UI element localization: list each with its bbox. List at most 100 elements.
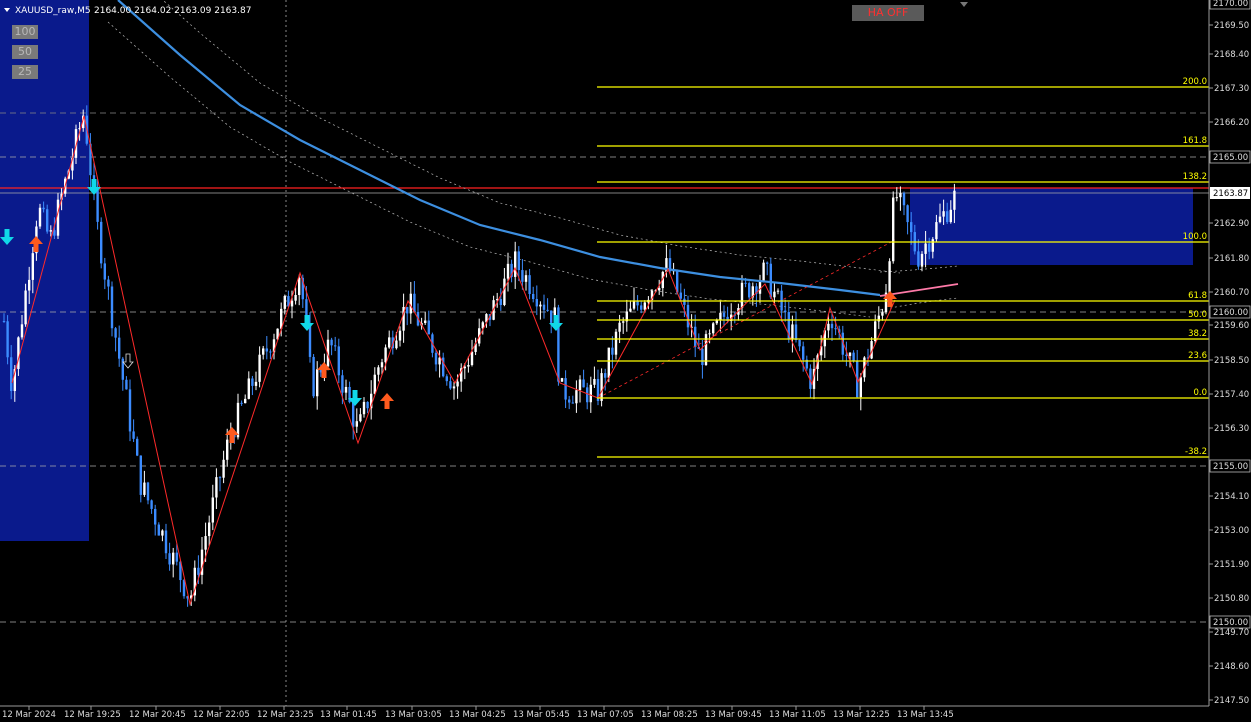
candle-bull: [892, 197, 895, 262]
candle-bull: [935, 222, 938, 240]
zoom-50-button[interactable]: 50: [12, 45, 38, 59]
candle-bull: [949, 209, 952, 223]
candle-bull: [215, 477, 218, 498]
candle-bear: [240, 402, 243, 404]
candle-bear: [136, 438, 139, 456]
candle-bull: [758, 280, 762, 294]
candle-bear: [103, 263, 106, 280]
candle-bear: [110, 286, 114, 329]
candle-bull: [791, 324, 794, 340]
candle-bear: [542, 304, 546, 310]
candle-bull: [254, 381, 258, 386]
price-tick-label: 2147.50: [1214, 696, 1249, 706]
candle-bull: [467, 365, 470, 367]
candle-bull: [859, 377, 862, 398]
candle-bull: [874, 321, 877, 342]
candle-bear: [46, 209, 49, 232]
candle-bull: [924, 243, 927, 254]
time-tick-label: 13 Mar 11:05: [769, 710, 826, 720]
candle-bear: [568, 399, 571, 403]
candle-bear: [445, 376, 448, 382]
candle-bull: [942, 211, 945, 217]
candle-bull: [316, 369, 319, 397]
symbol-label: XAUUSD_raw,M5: [15, 6, 91, 16]
candle-bull: [607, 347, 610, 378]
candle-bull: [848, 352, 852, 356]
candle-bear: [312, 356, 315, 397]
fib-level-label: 61.8: [1188, 291, 1207, 301]
candle-bear: [604, 373, 607, 378]
time-tick-label: 13 Mar 08:25: [641, 710, 698, 720]
candle-bear: [532, 293, 535, 300]
price-tick-label: 2158.50: [1214, 356, 1249, 366]
candle-bull: [211, 497, 214, 523]
candle-bear: [154, 508, 157, 525]
candle-bear: [197, 567, 200, 575]
candle-bear: [427, 320, 430, 335]
fib-level-label: 100.0: [1183, 232, 1207, 242]
candle-bear: [546, 309, 549, 311]
candle-bull: [438, 357, 441, 365]
candle-bull: [593, 378, 596, 385]
candle-bull: [618, 322, 621, 332]
time-tick-label: 12 Mar 22:05: [193, 710, 250, 720]
candle-bear: [830, 323, 834, 329]
candle-bear: [528, 275, 531, 294]
candle-bear: [686, 304, 690, 328]
candle-bear: [769, 263, 772, 298]
candle-bear: [251, 378, 254, 386]
zoom-100-button[interactable]: 100: [12, 25, 38, 39]
candle-bull: [49, 230, 52, 232]
candle-bull: [236, 402, 240, 438]
price-tick-label: 2156.30: [1214, 424, 1249, 434]
candle-bull: [658, 288, 661, 291]
candle-bear: [794, 324, 798, 340]
candle-bull: [283, 296, 286, 309]
candle-bear: [168, 553, 171, 565]
candle-bear: [744, 282, 747, 284]
price-chart[interactable]: 200.0 161.8 138.2 100.0 61.8 50.0 38.2 23.6 0.0 -…: [0, 0, 1251, 722]
ha-toggle-button[interactable]: HA OFF: [852, 5, 924, 21]
candle-bear: [902, 193, 906, 206]
price-tick-label: 2166.20: [1214, 118, 1249, 128]
candle-bull: [395, 340, 398, 349]
fib-level-label: 23.6: [1188, 351, 1207, 361]
time-tick-label: 13 Mar 07:05: [577, 710, 634, 720]
candle-bear: [640, 305, 643, 310]
time-tick-label: 12 Mar 19:25: [64, 710, 121, 720]
candle-bear: [946, 211, 949, 223]
candle-bull: [355, 421, 358, 427]
candle-bull: [622, 321, 625, 323]
candle-bull: [514, 251, 517, 277]
candle-bear: [334, 345, 337, 347]
price-tick-label: 2150.80: [1214, 594, 1249, 604]
candle-bull: [226, 439, 229, 460]
zoom-25-button[interactable]: 25: [12, 65, 38, 79]
candle-bull: [506, 263, 510, 279]
candle-bear: [150, 500, 153, 509]
candle-bear: [366, 401, 369, 409]
candle-bear: [125, 379, 128, 390]
candle-bull: [244, 398, 247, 404]
level-price-label: 2160.00: [1213, 308, 1248, 318]
candle-bull: [262, 348, 265, 355]
candle-bull: [424, 320, 427, 323]
candle-bull: [24, 290, 27, 325]
candle-bear: [748, 283, 751, 298]
candle-bull: [560, 378, 564, 382]
candle-bear: [586, 387, 589, 403]
candle-bear: [128, 389, 132, 432]
price-tick-label: 2151.90: [1214, 560, 1249, 570]
supply-zone-left: [0, 0, 89, 541]
candle-bull: [827, 323, 830, 331]
candle-bear: [146, 482, 150, 501]
price-tick-label: 2153.00: [1214, 526, 1249, 536]
candle-bear: [42, 207, 45, 210]
candle-bull: [931, 239, 934, 252]
candle-bear: [852, 352, 855, 361]
candle-bear: [701, 348, 704, 366]
candle-bear: [722, 312, 726, 317]
chart-header: XAUUSD_raw,M5 2164.00 2164.02 2163.09 21…: [4, 6, 251, 16]
time-tick-label: 13 Mar 13:45: [897, 710, 954, 720]
candle-bear: [784, 310, 787, 313]
